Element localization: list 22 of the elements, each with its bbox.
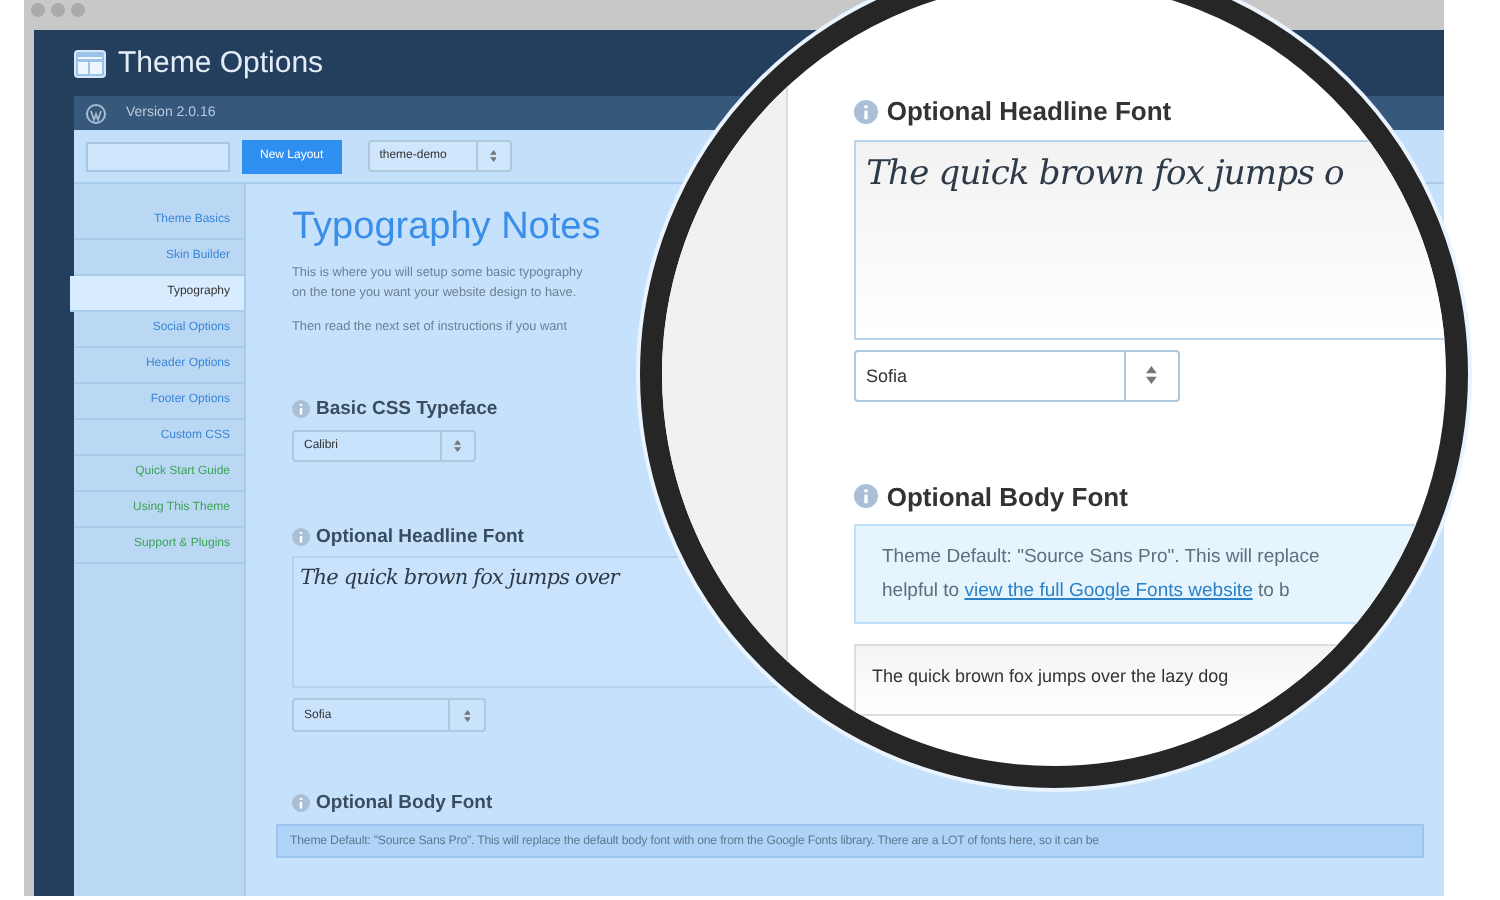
- info-icon: [854, 99, 878, 123]
- page-heading: Typography Notes: [292, 206, 603, 250]
- info-icon: [292, 400, 310, 418]
- section-heading: Optional Headline Font: [316, 525, 524, 547]
- section-heading: Optional Body Font: [316, 792, 493, 814]
- section-heading: Optional Body Font: [886, 481, 1128, 511]
- info-icon: [292, 527, 310, 545]
- info-icon: [854, 484, 878, 508]
- search-field[interactable]: [86, 141, 230, 171]
- section-heading: Optional Headline Font: [886, 96, 1172, 126]
- updown-arrow-icon: [454, 439, 462, 451]
- updown-arrow-icon: [463, 709, 471, 721]
- info-icon: [292, 794, 310, 812]
- google-fonts-link[interactable]: view the full Google Fonts website: [964, 580, 1253, 602]
- updown-arrow-icon: [1146, 366, 1158, 384]
- logo-icon: [86, 103, 106, 123]
- updown-arrow-icon: [489, 150, 497, 162]
- font-select[interactable]: Sofia: [854, 349, 1180, 401]
- window-title: Theme Options: [118, 46, 324, 80]
- section-heading: Basic CSS Typeface: [316, 398, 498, 420]
- font-preview: The quick brown fox jumps o: [854, 139, 1446, 339]
- window-layout-icon: [74, 49, 106, 77]
